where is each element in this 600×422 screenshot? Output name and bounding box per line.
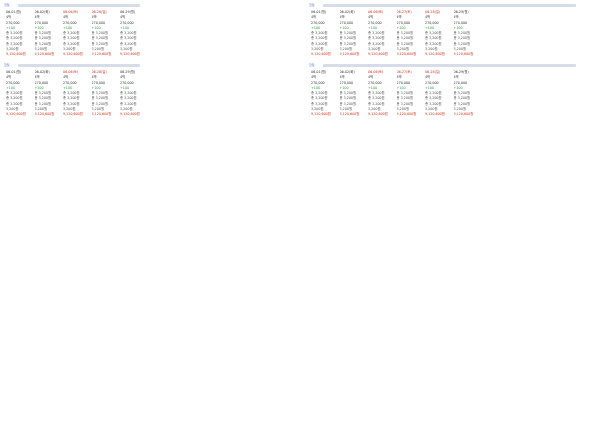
date-column[interactable]: 06-29(월) 4박 270,000 +100 총 3,200원 총 3,200원 총 3…: [120, 10, 149, 58]
section-title: 핫딜: [4, 63, 10, 67]
date-column[interactable]: 06-29(월) 4박 270,000 +100 총 3,200원 총 3,200원 총 3…: [454, 70, 483, 118]
date-columns: 06-01(월) 4박 270,000 +100 총 3,200원 총 3,200원 총 3…: [311, 10, 482, 58]
date-column[interactable]: 06-02(화) 4박 270,000 +100 총 3,200원 총 3,200원 총 3…: [35, 70, 64, 118]
date-columns: 06-01(월) 4박 270,000 +100 총 3,200원 총 3,200원 총 3…: [311, 70, 482, 118]
date-column[interactable]: 06-28(일) 4박 270,000 +100 총 3,200원 총 3,200원 총 3…: [425, 10, 454, 58]
date-column[interactable]: 06-02(화) 4박 270,000 +100 총 3,200원 총 3,200원 총 3…: [340, 70, 369, 118]
date-column[interactable]: 06-01(월) 4박 270,000 +100 총 3,200원 총 3,200원 총 3…: [311, 10, 340, 58]
cell-v: 9,120,600원: [120, 112, 140, 117]
date-column[interactable]: 06-06(토) 4박 270,000 +100 총 3,200원 총 3,200원 총 3…: [368, 10, 397, 58]
date-column[interactable]: 06-06(토) 4박 270,000 +100 총 3,200원 총 3,200원 총 3…: [63, 70, 92, 118]
cell-v: 9,120,600원: [63, 112, 83, 117]
date-column[interactable]: 06-02(화) 4박 270,000 +100 총 3,200원 총 3,200원 총 3…: [35, 10, 64, 58]
section-header-bar: [18, 3, 140, 7]
cell-v: 9,120,600원: [339, 112, 360, 117]
cell-v: 9,120,600원: [368, 112, 388, 117]
cell-v: 9,120,600원: [453, 52, 474, 57]
cell-v: 9,120,600원: [6, 112, 26, 117]
date-column[interactable]: 06-28(일) 4박 270,000 +100 총 3,200원 총 3,200원 총 3…: [92, 10, 121, 58]
date-column[interactable]: 06-02(화) 4박 270,000 +100 총 3,200원 총 3,200원 총 3…: [340, 10, 369, 58]
cell-v: 9,120,600원: [425, 112, 445, 117]
section-header-bar: [18, 63, 140, 67]
date-column[interactable]: 06-01(월) 4박 270,000 +100 총 3,200원 총 3,200원 총 3…: [311, 70, 340, 118]
cell-v: 9,120,600원: [311, 112, 331, 117]
deal-section: 핫딜 06-01(월) 4박 270,000 +100 총 3,200원 총 3,200원 총…: [0, 62, 162, 120]
date-column[interactable]: 06-27(토) 4박 270,000 +100 총 3,200원 총 3,200원 총 3…: [397, 10, 426, 58]
cell-v: 9,120,600원: [91, 112, 112, 117]
cell-v: 9,120,600원: [63, 52, 83, 57]
cell-v: 9,120,600원: [368, 52, 388, 57]
date-column[interactable]: 06-01(월) 4박 270,000 +100 총 3,200원 총 3,200원 총 3…: [6, 10, 35, 58]
cell-v: 9,120,600원: [120, 52, 140, 57]
date-columns: 06-01(월) 4박 270,000 +100 총 3,200원 총 3,200원 총 3…: [6, 70, 149, 118]
date-column[interactable]: 06-06(토) 4박 270,000 +100 총 3,200원 총 3,200원 총 3…: [368, 70, 397, 118]
cell-v: 9,120,600원: [425, 52, 445, 57]
date-column[interactable]: 06-01(월) 4박 270,000 +100 총 3,200원 총 3,200원 총 3…: [6, 70, 35, 118]
date-column[interactable]: 06-27(토) 4박 270,000 +100 총 3,200원 총 3,200원 총 3…: [397, 70, 426, 118]
deal-section: 핫딜 06-01(월) 4박 270,000 +100 총 3,200원 총 3,200원 총…: [0, 2, 162, 60]
deal-section: 핫딜 06-01(월) 4박 270,000 +100 총 3,200원 총 3,200원 총…: [305, 62, 598, 120]
section-header-bar: [323, 63, 576, 67]
deal-section: 핫딜 06-01(월) 4박 270,000 +100 총 3,200원 총 3,200원 총…: [305, 2, 598, 60]
cell-v: 9,120,600원: [396, 52, 417, 57]
cell-v: 9,120,600원: [311, 52, 331, 57]
date-column[interactable]: 06-29(월) 4박 270,000 +100 총 3,200원 총 3,200원 총 3…: [454, 10, 483, 58]
section-title: 핫딜: [309, 3, 315, 7]
cell-v: 9,120,600원: [34, 52, 55, 57]
date-column[interactable]: 06-06(토) 4박 270,000 +100 총 3,200원 총 3,200원 총 3…: [63, 10, 92, 58]
cell-v: 9,120,600원: [91, 52, 112, 57]
section-title: 핫딜: [4, 3, 10, 7]
cell-v: 9,120,600원: [34, 112, 55, 117]
cell-v: 9,120,600원: [453, 112, 474, 117]
date-column[interactable]: 06-29(월) 4박 270,000 +100 총 3,200원 총 3,200원 총 3…: [120, 70, 149, 118]
date-column[interactable]: 06-28(일) 4박 270,000 +100 총 3,200원 총 3,200원 총 3…: [92, 70, 121, 118]
date-columns: 06-01(월) 4박 270,000 +100 총 3,200원 총 3,200원 총 3…: [6, 10, 149, 58]
section-header-bar: [323, 3, 576, 7]
cell-v: 9,120,600원: [396, 112, 417, 117]
section-title: 핫딜: [309, 63, 315, 67]
date-column[interactable]: 06-28(일) 4박 270,000 +100 총 3,200원 총 3,200원 총 3…: [425, 70, 454, 118]
cell-v: 9,120,600원: [339, 52, 360, 57]
cell-v: 9,120,600원: [6, 52, 26, 57]
